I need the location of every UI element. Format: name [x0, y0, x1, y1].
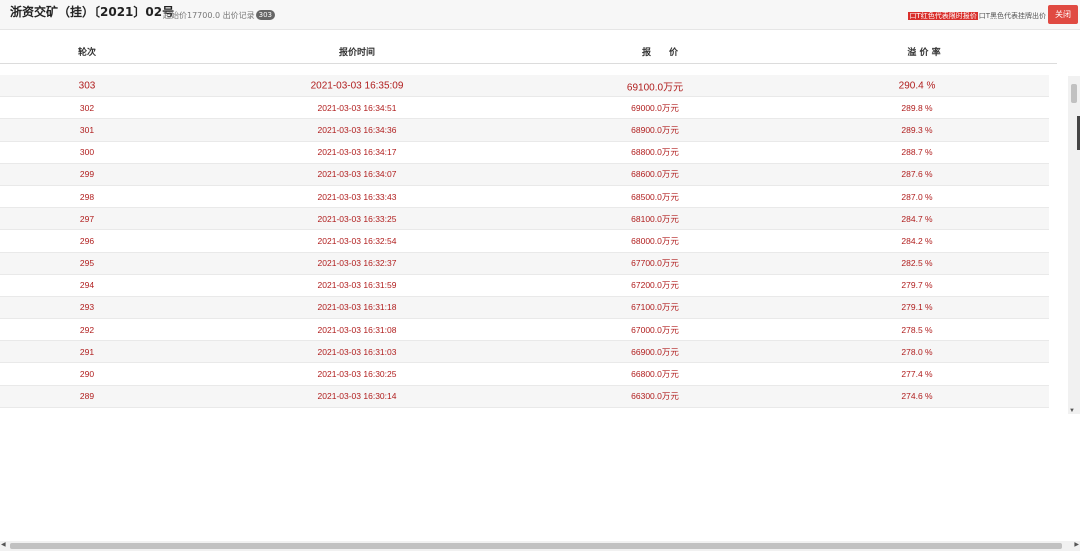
table-row: 290 2021-03-03 16:30:25 66800.0万元 277.4 % — [0, 363, 1049, 386]
table-row: 295 2021-03-03 16:32:37 67700.0万元 282.5 % — [0, 252, 1049, 275]
page-title: 浙资交矿（挂）〔2021〕02号 — [10, 5, 175, 19]
cell-round: 297 — [79, 213, 95, 224]
cell-price: 69100.0万元 — [626, 82, 684, 94]
cell-time: 2021-03-03 16:31:03 — [317, 346, 397, 357]
legend-red: 口T红色代表限时报价 — [908, 12, 978, 20]
vertical-scroll-thumb[interactable] — [1071, 84, 1077, 103]
cell-price: 68500.0万元 — [631, 191, 679, 202]
table-header: 轮次 报价时间 报 价 溢 价 率 — [0, 30, 1057, 64]
bid-count-badge: 303 — [255, 10, 276, 20]
cell-premium: 289.3 % — [901, 124, 933, 135]
cell-time: 2021-03-03 16:31:59 — [317, 280, 397, 291]
table-row: 302 2021-03-03 16:34:51 69000.0万元 289.8 % — [0, 97, 1049, 120]
cell-price: 68800.0万元 — [631, 147, 679, 158]
legend-black: 口T黑色代表挂牌出价 — [978, 12, 1046, 20]
scroll-right-arrow-icon[interactable]: ▶ — [1074, 541, 1079, 548]
table-row: 291 2021-03-03 16:31:03 66900.0万元 278.0 % — [0, 341, 1049, 364]
column-header-time: 报价时间 — [338, 48, 376, 58]
cell-price: 67700.0万元 — [631, 258, 679, 269]
bid-record-label: 出价记录 — [222, 11, 255, 20]
cell-premium: 284.2 % — [901, 235, 933, 246]
horizontal-scroll-thumb[interactable] — [10, 543, 1062, 549]
cell-round: 303 — [78, 80, 96, 92]
cell-premium: 284.7 % — [901, 213, 933, 224]
cell-price: 68900.0万元 — [631, 124, 679, 135]
cell-time: 2021-03-03 16:31:08 — [317, 324, 397, 335]
color-legend: 口T红色代表限时报价 口T黑色代表挂牌出价 — [908, 11, 1046, 21]
table-row: 294 2021-03-03 16:31:59 67200.0万元 279.7 % — [0, 275, 1049, 297]
cell-premium: 277.4 % — [901, 369, 933, 380]
table-row: 297 2021-03-03 16:33:25 68100.0万元 284.7 % — [0, 208, 1049, 231]
bid-table-body: 303 2021-03-03 16:35:09 69100.0万元 290.4 % 30… — [0, 75, 1049, 408]
table-row: 296 2021-03-03 16:32:54 68000.0万元 284.2 % — [0, 230, 1049, 253]
cell-price: 66800.0万元 — [631, 369, 679, 380]
cell-round: 294 — [79, 280, 95, 291]
cell-premium: 282.5 % — [901, 258, 933, 269]
cell-round: 301 — [79, 124, 95, 135]
column-header-round: 轮次 — [77, 48, 97, 58]
cell-premium: 288.7 % — [901, 147, 933, 158]
cell-premium: 274.6 % — [901, 391, 933, 402]
table-row: 300 2021-03-03 16:34:17 68800.0万元 288.7 % — [0, 142, 1049, 164]
scroll-left-arrow-icon[interactable]: ◀ — [1, 541, 6, 548]
cell-round: 298 — [79, 191, 95, 202]
table-row: 303 2021-03-03 16:35:09 69100.0万元 290.4 % — [0, 75, 1049, 98]
column-header-price: 报 价 — [641, 48, 679, 58]
cell-time: 2021-03-03 16:30:25 — [317, 369, 397, 380]
cell-round: 290 — [79, 369, 95, 380]
cell-round: 299 — [79, 169, 95, 180]
cell-round: 293 — [79, 302, 95, 313]
cell-round: 291 — [79, 346, 95, 357]
table-row: 299 2021-03-03 16:34:07 68600.0万元 287.6 % — [0, 163, 1049, 186]
cell-time: 2021-03-03 16:31:18 — [317, 302, 397, 313]
bid-summary: 起始价17700.0 出价记录 303 — [163, 10, 276, 21]
cell-round: 292 — [79, 324, 95, 335]
scroll-down-arrow-icon[interactable]: ▼ — [1069, 408, 1075, 414]
table-row: 289 2021-03-03 16:30:14 66300.0万元 274.6 % — [0, 385, 1049, 408]
table-row: 298 2021-03-03 16:33:43 68500.0万元 287.0 % — [0, 186, 1049, 209]
cell-premium: 287.6 % — [901, 169, 933, 180]
cell-round: 302 — [79, 102, 95, 113]
cell-round: 296 — [79, 235, 95, 246]
table-row: 292 2021-03-03 16:31:08 67000.0万元 278.5 % — [0, 319, 1049, 342]
cell-time: 2021-03-03 16:33:25 — [317, 213, 397, 224]
cell-round: 289 — [79, 391, 95, 402]
cell-time: 2021-03-03 16:35:09 — [310, 80, 404, 92]
cell-premium: 279.1 % — [901, 302, 933, 313]
cell-premium: 290.4 % — [898, 80, 936, 92]
cell-round: 295 — [79, 258, 95, 269]
cell-time: 2021-03-03 16:32:54 — [317, 235, 397, 246]
cell-price: 66300.0万元 — [631, 391, 679, 402]
cell-premium: 278.0 % — [901, 346, 933, 357]
close-button[interactable]: 关闭 — [1048, 5, 1078, 24]
cell-price: 67100.0万元 — [631, 302, 679, 313]
cell-price: 67200.0万元 — [631, 280, 679, 291]
cell-time: 2021-03-03 16:34:51 — [317, 102, 397, 113]
cell-price: 68100.0万元 — [631, 213, 679, 224]
table-row: 301 2021-03-03 16:34:36 68900.0万元 289.3 % — [0, 119, 1049, 142]
cell-price: 67000.0万元 — [631, 324, 679, 335]
cell-time: 2021-03-03 16:34:07 — [317, 169, 397, 180]
cell-price: 66900.0万元 — [631, 346, 679, 357]
dialog-header: 浙资交矿（挂）〔2021〕02号 起始价17700.0 出价记录 303 口T红色… — [0, 0, 1080, 30]
start-price: 起始价17700.0 — [163, 11, 221, 20]
cell-premium: 279.7 % — [901, 280, 933, 291]
cell-time: 2021-03-03 16:30:14 — [317, 391, 397, 402]
cell-time: 2021-03-03 16:34:17 — [317, 147, 397, 158]
cell-premium: 289.8 % — [901, 102, 933, 113]
cell-price: 69000.0万元 — [631, 102, 679, 113]
cell-premium: 278.5 % — [901, 324, 933, 335]
column-header-premium: 溢 价 率 — [907, 48, 941, 58]
cell-price: 68000.0万元 — [631, 235, 679, 246]
cell-time: 2021-03-03 16:33:43 — [317, 191, 397, 202]
cell-time: 2021-03-03 16:34:36 — [317, 124, 397, 135]
cell-time: 2021-03-03 16:32:37 — [317, 258, 397, 269]
cell-premium: 287.0 % — [901, 191, 933, 202]
cell-price: 68600.0万元 — [631, 169, 679, 180]
table-row: 293 2021-03-03 16:31:18 67100.0万元 279.1 % — [0, 296, 1049, 320]
cell-round: 300 — [79, 147, 95, 158]
horizontal-scrollbar[interactable]: ◀ ▶ — [0, 541, 1080, 551]
